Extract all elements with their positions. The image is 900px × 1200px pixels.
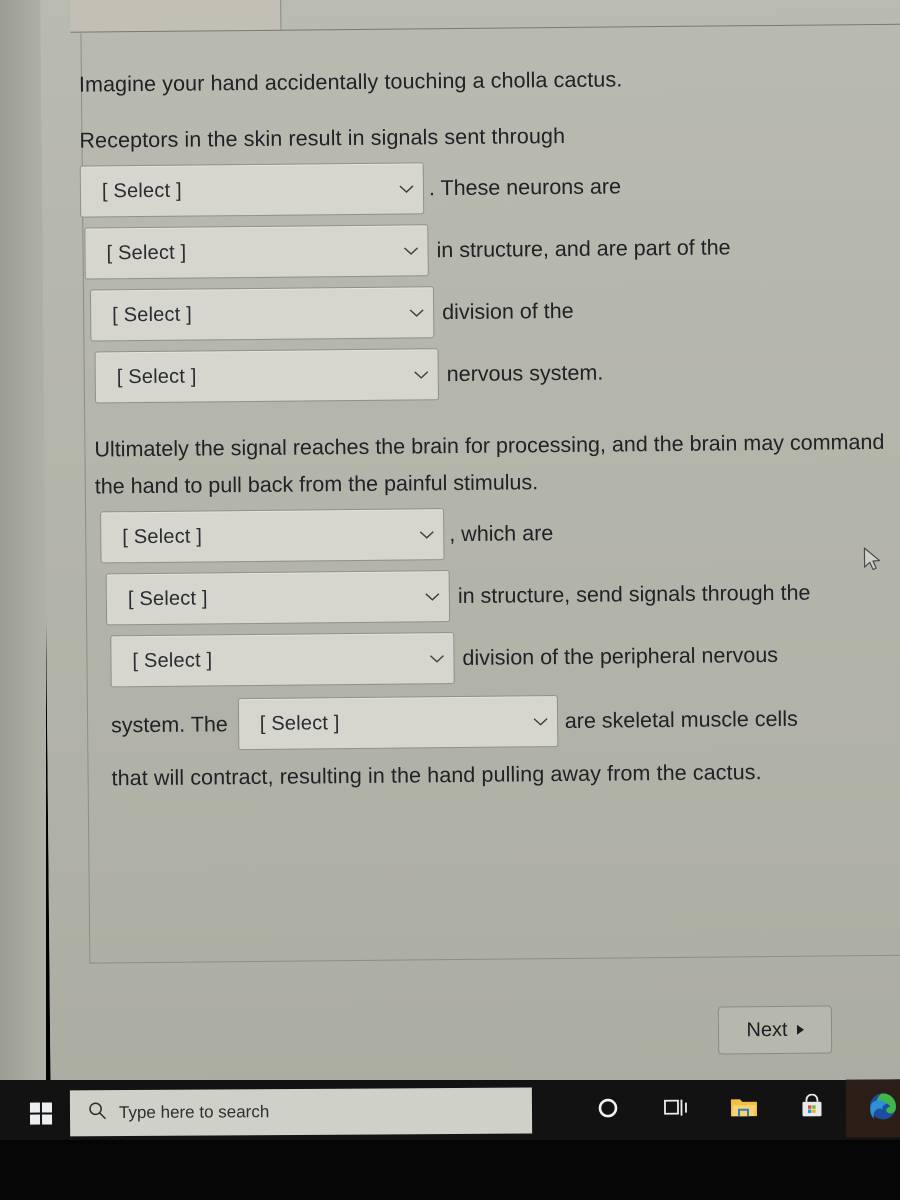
file-explorer-icon (729, 1095, 759, 1124)
blank-4-after-text: nervous system. (446, 360, 604, 387)
select-blank-1-value: [ Select ] (101, 179, 182, 202)
blank-7-after-text: division of the peripheral nervous (462, 642, 779, 670)
select-blank-8[interactable]: [ Select ] (237, 695, 559, 751)
desk-surface (0, 1140, 900, 1200)
select-blank-3-value: [ Select ] (112, 303, 193, 326)
question-paragraph: Ultimately the signal reaches the brain … (94, 429, 885, 499)
blank-row-8: system. The [ Select ] are skeletal musc… (111, 692, 900, 752)
select-blank-7[interactable]: [ Select ] (110, 632, 455, 688)
select-blank-1[interactable]: [ Select ] (79, 162, 425, 218)
chevron-down-icon (399, 184, 414, 193)
taskbar-inner: Type here to search (12, 1079, 900, 1142)
browser-toolbar-left (69, 0, 282, 32)
play-triangle-icon (796, 1024, 804, 1035)
question-content: Imagine your hand accidentally touching … (79, 62, 900, 794)
blank-2-after-text: in structure, and are part of the (436, 235, 731, 263)
task-view-icon (663, 1096, 689, 1123)
blank-row-5: [ Select ] , which are (100, 504, 900, 564)
blank-row-7: [ Select ] division of the peripheral ne… (110, 628, 900, 688)
monitor-screen: Imagine your hand accidentally touching … (40, 0, 900, 1094)
taskbar-icons (574, 1079, 900, 1139)
microsoft-edge-icon (867, 1090, 899, 1127)
next-button[interactable]: Next (717, 1005, 833, 1055)
screenshot-scene: Imagine your hand accidentally touching … (0, 0, 900, 1200)
microsoft-edge-button[interactable] (845, 1079, 900, 1138)
search-icon (88, 1101, 107, 1125)
select-blank-5-value: [ Select ] (122, 524, 203, 548)
select-blank-3[interactable]: [ Select ] (89, 286, 435, 342)
blank-row-4: [ Select ] nervous system. (94, 344, 900, 404)
windows-taskbar: Type here to search (0, 1079, 900, 1142)
select-blank-4-value: [ Select ] (116, 365, 197, 388)
chevron-down-icon (425, 592, 440, 601)
select-blank-4[interactable]: [ Select ] (94, 348, 439, 404)
select-blank-7-value: [ Select ] (132, 648, 213, 672)
chevron-down-icon (404, 246, 419, 255)
select-blank-2[interactable]: [ Select ] (84, 224, 429, 280)
next-button-label: Next (746, 1018, 788, 1041)
blank-row-6: [ Select ] in structure, send signals th… (105, 566, 900, 626)
microsoft-store-button[interactable] (778, 1080, 846, 1138)
taskbar-search-placeholder: Type here to search (118, 1102, 270, 1123)
select-blank-5[interactable]: [ Select ] (100, 508, 445, 564)
chevron-down-icon (414, 370, 429, 379)
file-explorer-button[interactable] (710, 1080, 778, 1138)
chevron-down-icon (533, 717, 548, 726)
blank-3-after-text: division of the (442, 298, 574, 325)
task-view-button[interactable] (642, 1080, 710, 1138)
blank-row-2: [ Select ] in structure, and are part of… (84, 220, 900, 280)
start-button[interactable] (12, 1084, 70, 1142)
microsoft-store-icon (799, 1093, 825, 1124)
cortana-button[interactable] (574, 1081, 642, 1139)
cortana-circle-icon (596, 1095, 620, 1124)
select-blank-6[interactable]: [ Select ] (105, 570, 451, 626)
blank-8-before-text: system. The (110, 712, 228, 738)
blank-5-after-text: , which are (449, 521, 554, 547)
windows-logo-icon (29, 1102, 53, 1125)
blank-8-after-text: are skeletal muscle cells (564, 706, 798, 733)
blank-6-after-text: in structure, send signals through the (457, 580, 811, 609)
blank-row-3: [ Select ] division of the (89, 282, 900, 342)
select-blank-8-value: [ Select ] (259, 711, 340, 735)
blank-1-after-text: . These neurons are (428, 174, 622, 201)
chevron-down-icon (409, 308, 424, 317)
question-line-1: Receptors in the skin result in signals … (79, 123, 566, 153)
chevron-down-icon (419, 530, 434, 539)
blank-row-1: [ Select ] . These neurons are (79, 158, 900, 218)
monitor-bezel-left (0, 0, 46, 1082)
chevron-down-icon (429, 654, 444, 663)
select-blank-2-value: [ Select ] (106, 241, 187, 264)
taskbar-search-box[interactable]: Type here to search (69, 1087, 533, 1137)
select-blank-6-value: [ Select ] (127, 586, 208, 610)
